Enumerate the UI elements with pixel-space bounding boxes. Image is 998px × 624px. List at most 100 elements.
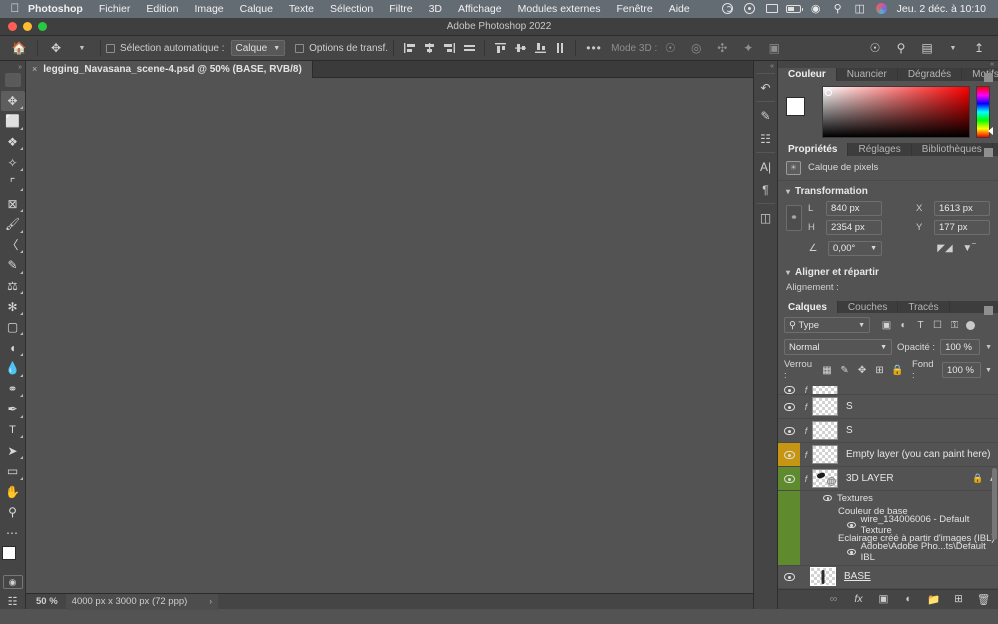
opacity-chevron-icon[interactable]: ▼ (985, 344, 992, 351)
panel-menu-icon[interactable] (984, 73, 993, 82)
table-row[interactable]: f (778, 386, 998, 395)
search-icon[interactable]: ⚲ (827, 0, 849, 18)
align-left-icon[interactable] (399, 38, 419, 58)
visibility-dot-icon[interactable] (846, 549, 857, 555)
hand-tool[interactable]: ✋ (1, 482, 25, 503)
tab-traces[interactable]: Tracés (898, 301, 949, 314)
maximize-button[interactable] (38, 22, 47, 31)
layer-visibility-toggle[interactable] (778, 467, 800, 490)
layer-name[interactable]: BASE (836, 571, 998, 582)
canvas-surface[interactable] (26, 78, 753, 593)
shape-tool[interactable]: ▭ (1, 461, 25, 482)
auto-select-checkbox[interactable] (106, 44, 115, 53)
menu-item-modules-externes[interactable]: Modules externes (510, 0, 609, 18)
panel-menu-icon[interactable] (984, 306, 993, 315)
fill-chevron-icon[interactable]: ▼ (985, 367, 992, 374)
more-options-icon[interactable]: ••• (581, 37, 607, 59)
foreground-color-swatch[interactable] (2, 546, 16, 560)
table-row[interactable]: f Empty layer (you can paint here) (778, 443, 998, 467)
pen-tool[interactable]: ✒ (1, 399, 25, 420)
magic-wand-tool[interactable]: ✧ (1, 152, 25, 173)
y-input[interactable]: 177 px (934, 220, 990, 235)
control-center-icon[interactable]: ◫ (849, 0, 871, 18)
distribute-horizontal-icon[interactable] (459, 38, 479, 58)
menu-item-fichier[interactable]: Fichier (91, 0, 139, 18)
color-selector-ring[interactable] (825, 89, 832, 96)
layer-mask-icon[interactable]: ▣ (877, 593, 890, 606)
gradient-tool[interactable]: ◖ (1, 337, 25, 358)
layer-name[interactable]: S (838, 425, 998, 436)
menu-item-image[interactable]: Image (186, 0, 231, 18)
healing-brush-tool[interactable]: 〈 (1, 235, 25, 256)
height-input[interactable]: 2354 px (826, 220, 882, 235)
battery-icon[interactable] (783, 0, 805, 18)
screen-mode-icon[interactable]: ☷ (2, 593, 24, 609)
layer-name[interactable]: S (838, 401, 998, 412)
tab-couches[interactable]: Couches (838, 301, 898, 314)
filter-adjustment-icon[interactable]: ◐ (895, 317, 912, 333)
lasso-tool[interactable]: ❖ (1, 132, 25, 153)
transform-section-header[interactable]: ▾ Transformation (778, 181, 998, 199)
panels-grip[interactable]: « (778, 61, 998, 68)
visibility-dot-icon[interactable] (822, 495, 833, 501)
apple-menu-icon[interactable]:  (6, 2, 24, 16)
close-tab-icon[interactable]: × (32, 64, 37, 74)
dropbox-icon[interactable] (739, 0, 761, 18)
status-document-size[interactable]: 4000 px x 3000 px (72 ppp) › (66, 594, 218, 610)
table-row[interactable]: f S (778, 395, 998, 419)
character-icon[interactable]: A| (754, 155, 777, 178)
siri-icon[interactable] (871, 0, 893, 18)
fill-input[interactable]: 100 % (942, 362, 981, 378)
close-button[interactable] (8, 22, 17, 31)
list-item[interactable]: Adobe\Adobe Pho...ts\Default IBL (778, 545, 998, 559)
zoom-tool[interactable]: ⚲ (1, 502, 25, 523)
layer-visibility-toggle[interactable] (778, 566, 800, 588)
type-tool[interactable]: T (1, 420, 25, 441)
camera-3d-icon[interactable]: ▣ (761, 37, 787, 59)
layer-thumbnail[interactable] (812, 421, 838, 440)
user-add-icon[interactable]: ☉ (862, 37, 888, 59)
tab-reglages[interactable]: Réglages (848, 143, 911, 156)
menu-item-affichage[interactable]: Affichage (450, 0, 510, 18)
orbit-3d-icon[interactable]: ☉ (657, 37, 683, 59)
align-bottom-icon[interactable] (530, 38, 550, 58)
filter-smart-icon[interactable]: ⚿ (946, 317, 963, 333)
align-center-vertical-icon[interactable] (510, 38, 530, 58)
layer-style-icon[interactable]: fx (852, 593, 865, 606)
flip-horizontal-icon[interactable]: ◤◢ (936, 241, 954, 256)
tab-nuancier[interactable]: Nuancier (837, 68, 898, 81)
frame-tool[interactable]: ⊠ (1, 193, 25, 214)
delete-layer-icon[interactable]: 🗑 (977, 593, 990, 606)
hue-slider[interactable] (976, 86, 990, 138)
brush-settings-icon[interactable]: ✎ (754, 104, 777, 127)
3d-icon[interactable]: ◫ (754, 206, 777, 229)
layer-thumbnail[interactable] (812, 445, 838, 464)
tools-grip[interactable]: » (0, 63, 25, 73)
menu-item-aide[interactable]: Aide (661, 0, 698, 18)
tools-collapse-bar[interactable] (5, 73, 21, 87)
lock-icon[interactable]: 🔒 (970, 473, 986, 484)
table-row[interactable]: BASE (778, 565, 998, 589)
color-swatches[interactable] (1, 545, 25, 570)
menu-item-filtre[interactable]: Filtre (381, 0, 420, 18)
layer-name[interactable]: Empty layer (you can paint here) (838, 449, 998, 460)
layer-name[interactable]: 3D LAYER (838, 473, 970, 484)
adjustment-layer-icon[interactable]: ◐ (902, 593, 915, 606)
menu-item-selection[interactable]: Sélection (322, 0, 381, 18)
tab-calques[interactable]: Calques (778, 301, 838, 314)
list-item[interactable]: wire_134006006 - Default Texture (778, 518, 998, 532)
rail-grip[interactable]: « (754, 61, 777, 71)
quick-mask-icon[interactable]: ◉ (3, 575, 23, 590)
tab-proprietes[interactable]: Propriétés (778, 143, 848, 156)
eraser-tool[interactable]: ▢ (1, 317, 25, 338)
dodge-tool[interactable]: ⚭ (1, 379, 25, 400)
more-tools-icon[interactable]: ⋯ (1, 523, 25, 544)
adjustments-icon[interactable]: ☷ (754, 127, 777, 150)
menu-item-photoshop[interactable]: Photoshop (24, 0, 91, 18)
lock-artboard-icon[interactable]: ⊞ (873, 363, 887, 377)
filter-shape-icon[interactable]: ☐ (929, 317, 946, 333)
screen-icon[interactable] (761, 0, 783, 18)
panel-menu-icon[interactable] (984, 148, 993, 157)
align-top-icon[interactable] (490, 38, 510, 58)
lock-image-icon[interactable]: ✎ (838, 363, 852, 377)
